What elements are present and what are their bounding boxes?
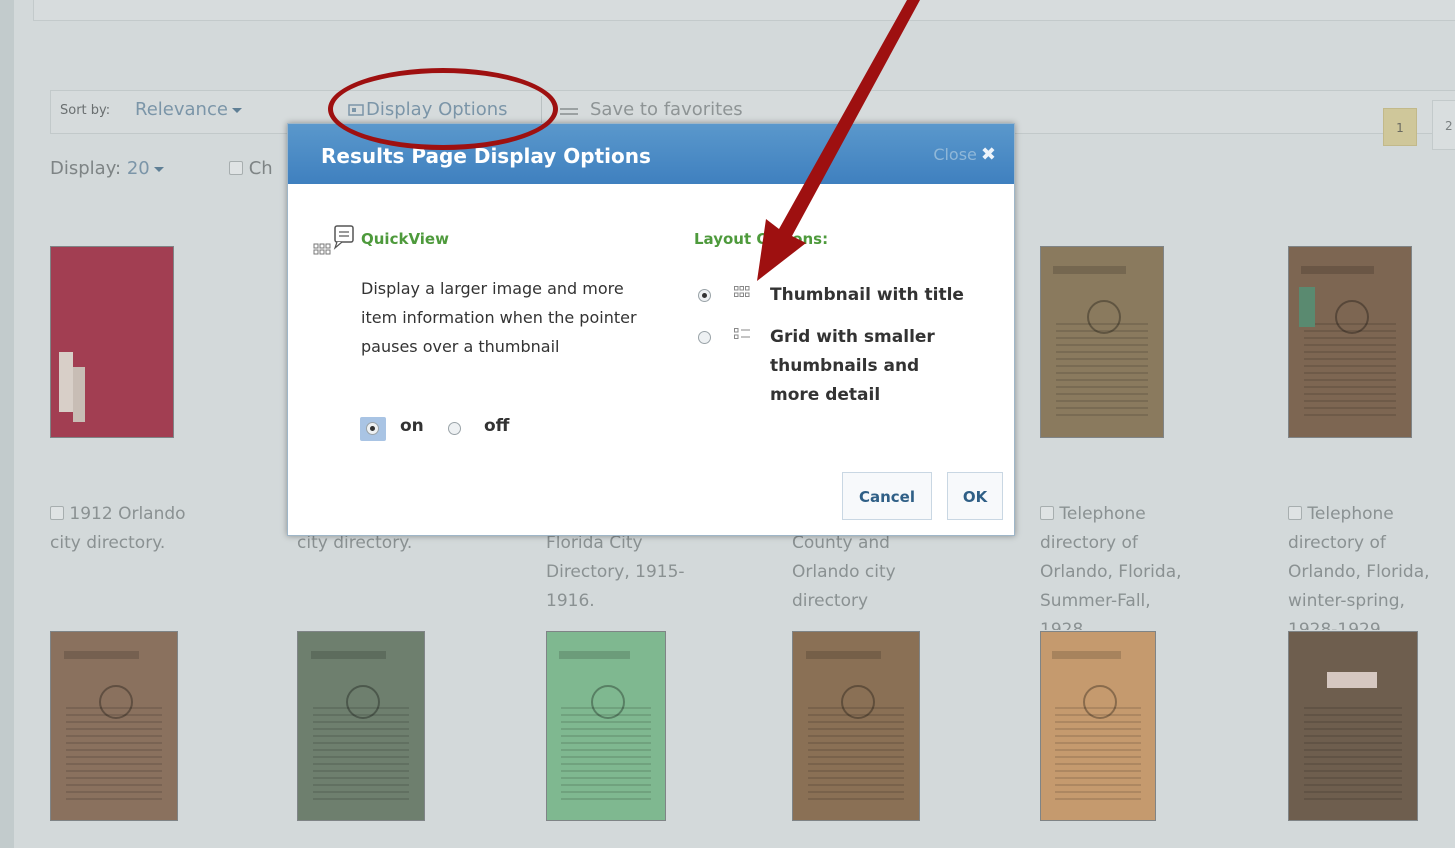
annotation-arrow <box>757 0 920 281</box>
